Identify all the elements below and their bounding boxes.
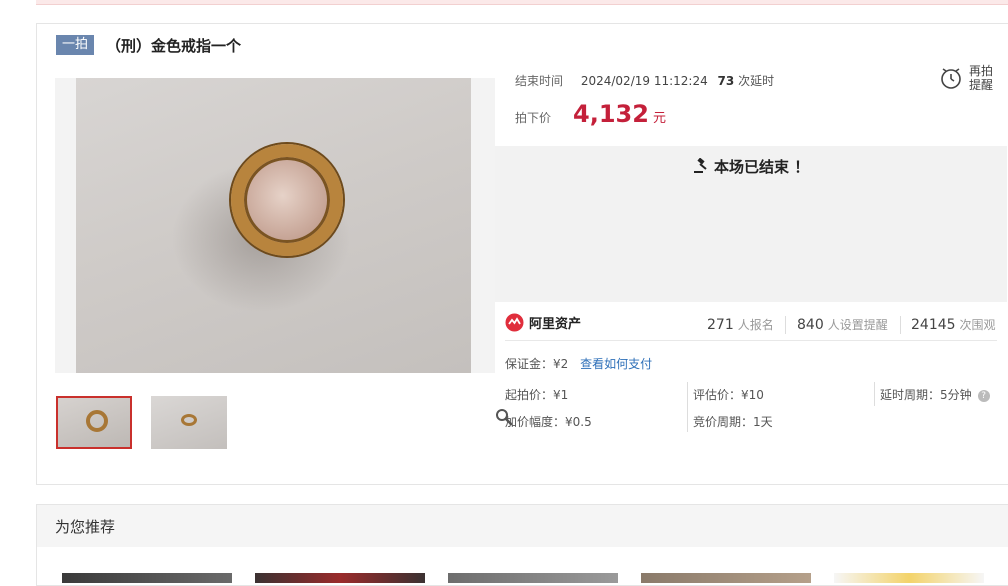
auction-ended-box: 本场已结束 ！ bbox=[495, 146, 1007, 302]
platform-logo: 阿里资产 bbox=[505, 313, 581, 332]
signup-unit: 人报名 bbox=[737, 318, 774, 332]
delay-count: 73 bbox=[717, 74, 735, 88]
remind-label: 再拍提醒 bbox=[969, 64, 994, 92]
thumbnail-2[interactable] bbox=[151, 396, 227, 449]
view-unit: 次围观 bbox=[959, 318, 996, 332]
how-to-pay-link[interactable]: 查看如何支付 bbox=[580, 357, 652, 371]
final-price-row: 拍下价 4,132 元 bbox=[515, 100, 666, 128]
recommend-header: 为您推荐 bbox=[37, 505, 1008, 547]
delay-period-text: 延时周期：5分钟 bbox=[880, 388, 972, 402]
recommend-title: 为您推荐 bbox=[55, 518, 116, 536]
end-time-row: 结束时间 2024/02/19 11:12:24 73 次延时 bbox=[515, 72, 774, 89]
final-price-label: 拍下价 bbox=[515, 111, 552, 125]
item-detail-panel: 一拍 （刑）金色戒指一个 结束时间 2024/02/19 11:12:24 73… bbox=[36, 23, 1008, 485]
final-price-value: 4,132 bbox=[573, 100, 649, 128]
recommend-panel: 为您推荐 bbox=[36, 504, 1008, 586]
stats-row: 阿里资产 271 人报名 840 人设置提醒 24145 次围观 bbox=[505, 310, 997, 341]
gavel-icon bbox=[693, 157, 707, 173]
reminder-stat: 840 人设置提醒 bbox=[797, 316, 888, 333]
bid-period: 竞价周期：1天 bbox=[693, 415, 773, 429]
ring-image bbox=[231, 144, 343, 256]
ended-message: 本场已结束 ！ bbox=[714, 158, 810, 176]
delay-period: 延时周期：5分钟? bbox=[880, 386, 990, 403]
bid-increment: 加价幅度：¥0.5 bbox=[505, 415, 592, 429]
main-image-viewer[interactable] bbox=[55, 78, 513, 426]
question-circle-icon[interactable]: ? bbox=[977, 389, 990, 402]
deposit-text: 保证金：¥2 bbox=[505, 357, 569, 371]
start-price: 起拍价：¥1 bbox=[505, 388, 569, 402]
end-time-label: 结束时间 bbox=[515, 74, 564, 88]
round-badge: 一拍 bbox=[56, 35, 95, 55]
deposit-row: 保证金：¥2 查看如何支付 bbox=[505, 355, 652, 372]
recommend-card[interactable] bbox=[62, 573, 232, 583]
signup-count: 271 bbox=[707, 317, 734, 333]
top-strip bbox=[36, 0, 1008, 5]
view-count: 24145 bbox=[911, 317, 956, 333]
delay-suffix: 次延时 bbox=[738, 74, 775, 88]
reminder-count: 840 bbox=[797, 317, 824, 333]
view-stat: 24145 次围观 bbox=[911, 316, 996, 333]
title-row: 一拍 （刑）金色戒指一个 bbox=[56, 34, 241, 56]
appraisal-price: 评估价：¥10 bbox=[693, 388, 764, 402]
recommend-card[interactable] bbox=[255, 573, 425, 583]
item-title: （刑）金色戒指一个 bbox=[106, 36, 242, 55]
ali-asset-logo-icon bbox=[505, 313, 524, 332]
ended-message-row: 本场已结束 ！ bbox=[495, 156, 1007, 177]
thumbnail-1[interactable] bbox=[56, 396, 132, 449]
end-time-value: 2024/02/19 11:12:24 bbox=[580, 74, 708, 88]
recommend-card[interactable] bbox=[448, 573, 618, 583]
remind-button[interactable]: 再拍提醒 bbox=[939, 64, 995, 92]
reminder-unit: 人设置提醒 bbox=[827, 318, 888, 332]
ring-photo bbox=[76, 78, 471, 373]
signup-stat: 271 人报名 bbox=[707, 316, 774, 333]
platform-name: 阿里资产 bbox=[529, 317, 582, 332]
alarm-clock-icon bbox=[941, 68, 961, 89]
currency-unit: 元 bbox=[652, 111, 666, 126]
recommend-card[interactable] bbox=[834, 573, 984, 583]
recommend-card[interactable] bbox=[641, 573, 811, 583]
